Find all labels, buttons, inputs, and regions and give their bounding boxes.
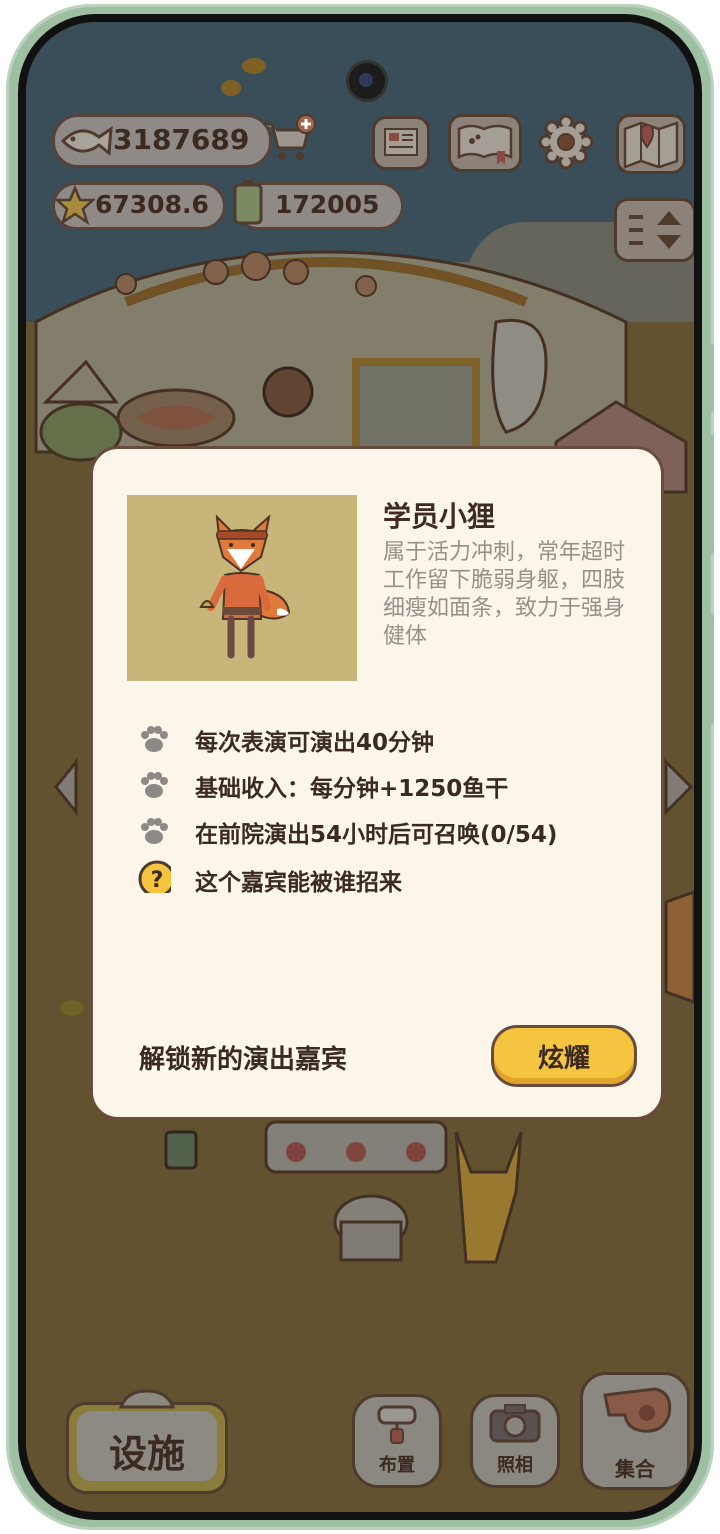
phone-bezel: 3187689 67308.6 172005 学员小狸 属于活力冲刺，常年超时工… [18,14,702,1520]
star-currency-display: 67308.6 [52,182,226,230]
volume-button [708,344,714,412]
layout-label: 布置 [379,1455,415,1476]
question-icon[interactable]: ? [137,859,171,893]
star-count: 67308.6 [95,190,209,219]
svg-text:?: ? [151,868,164,893]
newspaper-button[interactable] [372,116,430,170]
paw-icon [141,726,168,752]
map-icon [623,121,679,169]
guest-description: 属于活力冲刺，常年超时工作留下脆弱身躯，四肢细瘦如面条，致力于强身健体 [383,540,626,649]
gather-button[interactable]: 集合 [580,1372,690,1490]
unlock-new-guest-text: 解锁新的演出嘉宾 [139,1045,348,1075]
photo-button[interactable]: 照相 [470,1394,560,1488]
guest-info-dialog: 学员小狸 属于活力冲刺，常年超时工作留下脆弱身躯，四肢细瘦如面条，致力于强身健体… [90,446,664,1120]
gather-label: 集合 [615,1457,655,1481]
info-text: 这个嘉宾能被谁招来 [195,870,402,896]
map-button[interactable] [616,114,686,174]
camera-icon [489,1404,541,1443]
photo-label: 照相 [497,1455,533,1476]
cart-plus-icon [264,114,316,160]
sort-icon [629,211,681,249]
front-camera [346,60,388,102]
info-text: 基础收入：每分钟+1250鱼干 [195,776,509,802]
fish-count: 3187689 [113,123,250,156]
sort-toggle-button[interactable] [614,198,694,262]
whistle-icon [603,1387,672,1433]
fish-currency-display: 3187689 [52,114,272,168]
newspaper-icon [384,128,418,156]
paint-roller-icon [377,1405,417,1444]
settings-button[interactable] [538,114,594,170]
clipboard-clip-icon [118,1389,176,1409]
facility-label: 设施 [108,1432,185,1476]
guest-name: 学员小狸 [383,500,496,533]
paw-icon [141,818,168,844]
paw-icon [141,772,168,798]
phone-frame: 3187689 67308.6 172005 学员小狸 属于活力冲刺，常年超时工… [6,4,714,1530]
paw-book-button[interactable] [448,114,522,172]
show-off-label: 炫耀 [537,1044,590,1074]
battery-count: 172005 [275,190,380,219]
paw-book-icon [457,124,513,165]
layout-button[interactable]: 布置 [352,1394,442,1488]
power-button [708,614,714,724]
game-screen: 3187689 67308.6 172005 学员小狸 属于活力冲刺，常年超时工… [26,22,694,1512]
fox-character-image [199,514,291,659]
battery-icon [233,180,263,225]
star-icon [55,185,95,225]
battery-currency-display: 172005 [233,180,404,230]
gear-icon [538,114,594,170]
show-off-button[interactable]: 炫耀 [491,1025,637,1087]
shop-button[interactable] [260,114,316,162]
fish-icon [60,126,113,156]
facility-button[interactable]: 设施 [66,1389,228,1494]
volume-button [708,434,714,554]
info-text: 在前院演出54小时后可召唤(0/54) [195,822,558,848]
info-text: 每次表演可演出40分钟 [195,730,435,756]
guest-portrait [127,495,357,681]
